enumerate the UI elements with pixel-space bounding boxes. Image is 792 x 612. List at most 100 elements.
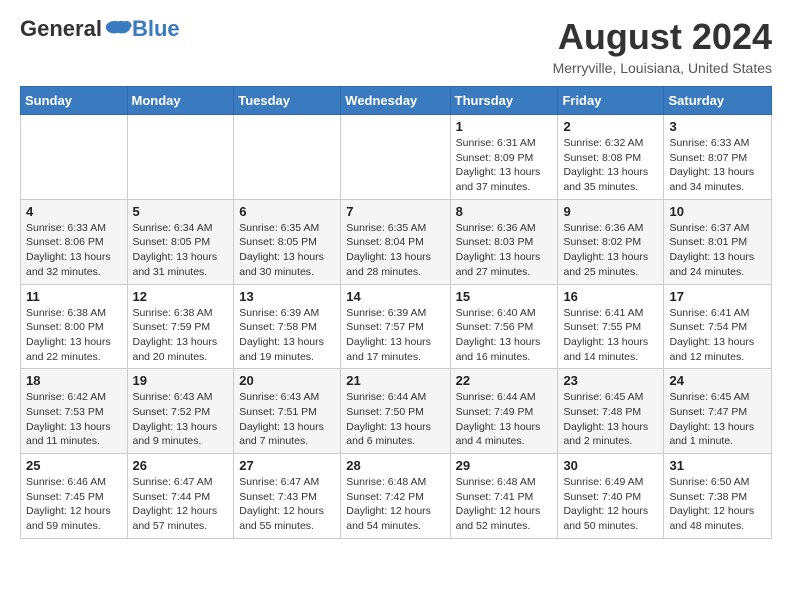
day-details: Sunrise: 6:46 AM Sunset: 7:45 PM Dayligh…: [26, 475, 122, 534]
calendar-table: SundayMondayTuesdayWednesdayThursdayFrid…: [20, 86, 772, 539]
day-details: Sunrise: 6:45 AM Sunset: 7:48 PM Dayligh…: [563, 390, 658, 449]
calendar-cell: 24 Sunrise: 6:45 AM Sunset: 7:47 PM Dayli…: [664, 369, 772, 454]
calendar-cell: 6Sunrise: 6:35 AM Sunset: 8:05 PM Daylig…: [234, 199, 341, 284]
day-details: Sunrise: 6:47 AM Sunset: 7:44 PM Dayligh…: [133, 475, 229, 534]
column-header-wednesday: Wednesday: [341, 87, 450, 115]
logo-bird-icon: [104, 19, 132, 39]
day-number: 24: [669, 373, 766, 388]
day-number: 11: [26, 289, 122, 304]
day-number: 26: [133, 458, 229, 473]
calendar-cell: 29 Sunrise: 6:48 AM Sunset: 7:41 PM Dayli…: [450, 454, 558, 539]
day-number: 1: [456, 119, 553, 134]
day-number: 3: [669, 119, 766, 134]
calendar-cell: [341, 115, 450, 200]
day-details: Sunrise: 6:48 AM Sunset: 7:41 PM Dayligh…: [456, 475, 553, 534]
calendar-cell: 21 Sunrise: 6:44 AM Sunset: 7:50 PM Dayli…: [341, 369, 450, 454]
calendar-cell: 18 Sunrise: 6:42 AM Sunset: 7:53 PM Dayli…: [21, 369, 128, 454]
day-number: 29: [456, 458, 553, 473]
day-number: 4: [26, 204, 122, 219]
day-number: 22: [456, 373, 553, 388]
calendar-cell: 10 Sunrise: 6:37 AM Sunset: 8:01 PM Dayli…: [664, 199, 772, 284]
calendar-cell: [127, 115, 234, 200]
day-details: Sunrise: 6:36 AM Sunset: 8:03 PM Dayligh…: [456, 221, 553, 280]
day-number: 7: [346, 204, 444, 219]
day-details: Sunrise: 6:35 AM Sunset: 8:04 PM Dayligh…: [346, 221, 444, 280]
calendar-week-row: 1Sunrise: 6:31 AM Sunset: 8:09 PM Daylig…: [21, 115, 772, 200]
calendar-cell: 8 Sunrise: 6:36 AM Sunset: 8:03 PM Daylig…: [450, 199, 558, 284]
day-number: 2: [563, 119, 658, 134]
day-number: 18: [26, 373, 122, 388]
day-number: 25: [26, 458, 122, 473]
day-details: Sunrise: 6:43 AM Sunset: 7:51 PM Dayligh…: [239, 390, 335, 449]
day-details: Sunrise: 6:36 AM Sunset: 8:02 PM Dayligh…: [563, 221, 658, 280]
day-details: Sunrise: 6:38 AM Sunset: 7:59 PM Dayligh…: [133, 306, 229, 365]
day-number: 20: [239, 373, 335, 388]
calendar-week-row: 11Sunrise: 6:38 AM Sunset: 8:00 PM Dayli…: [21, 284, 772, 369]
day-details: Sunrise: 6:42 AM Sunset: 7:53 PM Dayligh…: [26, 390, 122, 449]
day-details: Sunrise: 6:37 AM Sunset: 8:01 PM Dayligh…: [669, 221, 766, 280]
calendar-cell: 3Sunrise: 6:33 AM Sunset: 8:07 PM Daylig…: [664, 115, 772, 200]
day-number: 19: [133, 373, 229, 388]
day-number: 21: [346, 373, 444, 388]
day-number: 12: [133, 289, 229, 304]
day-details: Sunrise: 6:39 AM Sunset: 7:57 PM Dayligh…: [346, 306, 444, 365]
calendar-cell: 5Sunrise: 6:34 AM Sunset: 8:05 PM Daylig…: [127, 199, 234, 284]
day-number: 23: [563, 373, 658, 388]
day-details: Sunrise: 6:44 AM Sunset: 7:50 PM Dayligh…: [346, 390, 444, 449]
day-details: Sunrise: 6:49 AM Sunset: 7:40 PM Dayligh…: [563, 475, 658, 534]
day-details: Sunrise: 6:35 AM Sunset: 8:05 PM Dayligh…: [239, 221, 335, 280]
day-details: Sunrise: 6:39 AM Sunset: 7:58 PM Dayligh…: [239, 306, 335, 365]
calendar-cell: 28 Sunrise: 6:48 AM Sunset: 7:42 PM Dayli…: [341, 454, 450, 539]
page-header: General Blue August 2024 Merryville, Lou…: [20, 16, 772, 76]
logo-blue-text: Blue: [132, 16, 180, 42]
calendar-cell: 16Sunrise: 6:41 AM Sunset: 7:55 PM Dayli…: [558, 284, 664, 369]
calendar-cell: 15 Sunrise: 6:40 AM Sunset: 7:56 PM Dayli…: [450, 284, 558, 369]
calendar-week-row: 18 Sunrise: 6:42 AM Sunset: 7:53 PM Dayli…: [21, 369, 772, 454]
calendar-cell: 4Sunrise: 6:33 AM Sunset: 8:06 PM Daylig…: [21, 199, 128, 284]
calendar-cell: 19Sunrise: 6:43 AM Sunset: 7:52 PM Dayli…: [127, 369, 234, 454]
column-header-thursday: Thursday: [450, 87, 558, 115]
logo-general-text: General: [20, 16, 102, 42]
day-number: 10: [669, 204, 766, 219]
calendar-cell: 30 Sunrise: 6:49 AM Sunset: 7:40 PM Dayli…: [558, 454, 664, 539]
day-number: 5: [133, 204, 229, 219]
day-number: 14: [346, 289, 444, 304]
calendar-cell: 14 Sunrise: 6:39 AM Sunset: 7:57 PM Dayli…: [341, 284, 450, 369]
calendar-cell: 2 Sunrise: 6:32 AM Sunset: 8:08 PM Daylig…: [558, 115, 664, 200]
day-details: Sunrise: 6:41 AM Sunset: 7:54 PM Dayligh…: [669, 306, 766, 365]
calendar-week-row: 25 Sunrise: 6:46 AM Sunset: 7:45 PM Dayli…: [21, 454, 772, 539]
day-details: Sunrise: 6:44 AM Sunset: 7:49 PM Dayligh…: [456, 390, 553, 449]
location-subtitle: Merryville, Louisiana, United States: [553, 60, 772, 76]
day-details: Sunrise: 6:50 AM Sunset: 7:38 PM Dayligh…: [669, 475, 766, 534]
calendar-cell: 7 Sunrise: 6:35 AM Sunset: 8:04 PM Daylig…: [341, 199, 450, 284]
day-number: 15: [456, 289, 553, 304]
column-header-saturday: Saturday: [664, 87, 772, 115]
day-details: Sunrise: 6:48 AM Sunset: 7:42 PM Dayligh…: [346, 475, 444, 534]
calendar-cell: 25 Sunrise: 6:46 AM Sunset: 7:45 PM Dayli…: [21, 454, 128, 539]
day-details: Sunrise: 6:32 AM Sunset: 8:08 PM Dayligh…: [563, 136, 658, 195]
day-number: 8: [456, 204, 553, 219]
calendar-cell: 31Sunrise: 6:50 AM Sunset: 7:38 PM Dayli…: [664, 454, 772, 539]
calendar-cell: 12 Sunrise: 6:38 AM Sunset: 7:59 PM Dayli…: [127, 284, 234, 369]
calendar-header-row: SundayMondayTuesdayWednesdayThursdayFrid…: [21, 87, 772, 115]
calendar-cell: 20 Sunrise: 6:43 AM Sunset: 7:51 PM Dayli…: [234, 369, 341, 454]
calendar-cell: 26 Sunrise: 6:47 AM Sunset: 7:44 PM Dayli…: [127, 454, 234, 539]
month-year-title: August 2024: [553, 16, 772, 58]
calendar-cell: 17 Sunrise: 6:41 AM Sunset: 7:54 PM Dayli…: [664, 284, 772, 369]
calendar-cell: 22 Sunrise: 6:44 AM Sunset: 7:49 PM Dayli…: [450, 369, 558, 454]
day-details: Sunrise: 6:47 AM Sunset: 7:43 PM Dayligh…: [239, 475, 335, 534]
day-number: 13: [239, 289, 335, 304]
day-details: Sunrise: 6:40 AM Sunset: 7:56 PM Dayligh…: [456, 306, 553, 365]
title-block: August 2024 Merryville, Louisiana, Unite…: [553, 16, 772, 76]
day-details: Sunrise: 6:45 AM Sunset: 7:47 PM Dayligh…: [669, 390, 766, 449]
day-number: 30: [563, 458, 658, 473]
calendar-cell: 9 Sunrise: 6:36 AM Sunset: 8:02 PM Daylig…: [558, 199, 664, 284]
calendar-cell: 23 Sunrise: 6:45 AM Sunset: 7:48 PM Dayli…: [558, 369, 664, 454]
calendar-week-row: 4Sunrise: 6:33 AM Sunset: 8:06 PM Daylig…: [21, 199, 772, 284]
day-number: 17: [669, 289, 766, 304]
calendar-cell: 1Sunrise: 6:31 AM Sunset: 8:09 PM Daylig…: [450, 115, 558, 200]
calendar-cell: 13 Sunrise: 6:39 AM Sunset: 7:58 PM Dayli…: [234, 284, 341, 369]
day-number: 28: [346, 458, 444, 473]
day-details: Sunrise: 6:41 AM Sunset: 7:55 PM Dayligh…: [563, 306, 658, 365]
day-number: 9: [563, 204, 658, 219]
